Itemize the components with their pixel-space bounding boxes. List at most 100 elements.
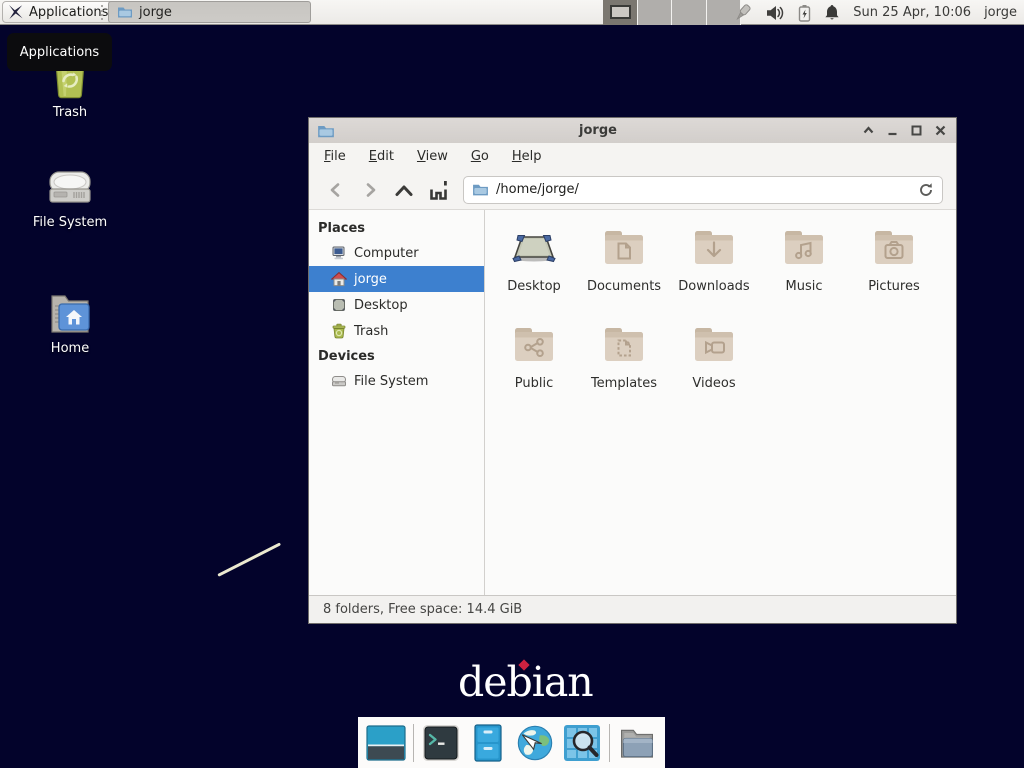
workspace-3[interactable] [672,0,707,25]
path-bar[interactable]: /home/jorge/ [463,176,943,204]
applications-tooltip: Applications [7,33,112,71]
sidebar-header-places: Places [309,216,484,240]
sidebar-label: Desktop [354,298,408,313]
sidebar-item-computer[interactable]: Computer [309,240,484,266]
home-icon [331,271,347,287]
folder-view[interactable]: Desktop Documents [485,210,956,595]
path-text[interactable]: /home/jorge/ [496,182,911,197]
sidebar-label: Trash [354,324,388,339]
file-item-downloads[interactable]: Downloads [669,224,759,321]
applications-menu-label: Applications [29,5,108,20]
top-panel: Applications jorge Sun 25 Apr, 10:06 jor… [0,0,1024,25]
close-button[interactable] [933,123,948,138]
toolbar: /home/jorge/ [309,170,956,210]
back-button[interactable] [319,175,353,205]
forward-button[interactable] [353,175,387,205]
hard-drive-icon [45,168,95,210]
window-titlebar[interactable]: jorge [309,118,956,143]
session-username[interactable]: jorge [984,5,1017,20]
applications-menu-button[interactable]: Applications [2,1,116,23]
file-item-documents[interactable]: Documents [579,224,669,321]
stylus-tool-icon[interactable] [731,3,753,23]
file-item-public[interactable]: Public [489,321,579,418]
file-item-music[interactable]: Music [759,224,849,321]
sidebar: Places Computer jorge Desktop [309,210,485,595]
file-item-pictures[interactable]: Pictures [849,224,939,321]
terminal-icon[interactable] [421,723,461,763]
show-desktop-icon[interactable] [366,723,406,763]
desktop-icon-home[interactable]: Home [20,288,120,356]
file-item-label: Documents [587,279,661,294]
menu-help[interactable]: Help [505,146,549,167]
tooltip-text: Applications [20,45,99,60]
maximize-button[interactable] [909,123,924,138]
minimize-button[interactable] [885,123,900,138]
templates-folder-icon [600,321,648,369]
system-tray: Sun 25 Apr, 10:06 jorge [731,0,1024,25]
file-item-label: Downloads [678,279,749,294]
panel-handle[interactable] [101,5,106,20]
home-folder-icon [46,288,94,336]
desktop-scratch-line [217,542,281,576]
file-manager-icon[interactable] [468,723,508,763]
desktop-icon-filesystem[interactable]: File System [20,168,120,230]
reload-icon[interactable] [918,182,934,198]
window-title: jorge [335,123,861,138]
workspace-1[interactable] [603,0,638,25]
menu-view[interactable]: View [410,146,455,167]
file-item-videos[interactable]: Videos [669,321,759,418]
file-item-templates[interactable]: Templates [579,321,669,418]
music-folder-icon [780,224,828,272]
workspace-window-preview [610,5,631,19]
menu-go[interactable]: Go [464,146,496,167]
sidebar-item-filesystem[interactable]: File System [309,368,484,394]
pictures-folder-icon [870,224,918,272]
downloads-folder-icon [690,224,738,272]
desktop-icon-label: Home [51,341,89,356]
dock-folder-icon[interactable] [617,723,657,763]
clock[interactable]: Sun 25 Apr, 10:06 [853,5,971,20]
sidebar-label: jorge [354,272,387,287]
volume-icon[interactable] [766,5,785,21]
statusbar: 8 folders, Free space: 14.4 GiB [309,595,956,623]
taskbar-window-label: jorge [139,5,172,20]
file-item-label: Templates [591,376,657,391]
window-folder-icon [317,122,335,140]
notification-bell-icon[interactable] [824,4,840,21]
battery-icon[interactable] [798,4,811,22]
file-manager-window: jorge File Edit View Go Help [308,117,957,624]
xfce-logo-icon [8,4,24,20]
workspace-2[interactable] [638,0,673,25]
sidebar-item-trash[interactable]: Trash [309,318,484,344]
desktop-icon-label: File System [33,215,107,230]
sidebar-item-desktop[interactable]: Desktop [309,292,484,318]
desktop-icon-label: Trash [53,105,87,120]
taskbar-window-button[interactable]: jorge [108,1,311,23]
sidebar-label: File System [354,374,428,389]
up-button[interactable] [387,175,421,205]
web-browser-icon[interactable] [515,723,555,763]
documents-folder-icon [600,224,648,272]
debian-wallpaper-logo: debian [458,658,593,706]
path-folder-icon [472,181,489,198]
desktop-icon [331,297,347,313]
public-folder-icon [510,321,558,369]
drive-small-icon [331,373,347,389]
sidebar-label: Computer [354,246,419,261]
workspace-switcher[interactable] [603,0,741,25]
file-item-desktop[interactable]: Desktop [489,224,579,321]
shade-button[interactable] [861,123,876,138]
menubar: File Edit View Go Help [309,143,956,170]
menu-edit[interactable]: Edit [362,146,401,167]
home-button[interactable] [421,175,455,205]
statusbar-text: 8 folders, Free space: 14.4 GiB [323,602,522,617]
dock-separator [413,724,414,762]
desktop-item-icon [510,224,558,272]
sidebar-item-jorge[interactable]: jorge [309,266,484,292]
menu-file[interactable]: File [317,146,353,167]
app-finder-icon[interactable] [562,723,602,763]
file-item-label: Pictures [868,279,919,294]
videos-folder-icon [690,321,738,369]
dock [358,717,665,768]
folder-icon [117,4,133,20]
